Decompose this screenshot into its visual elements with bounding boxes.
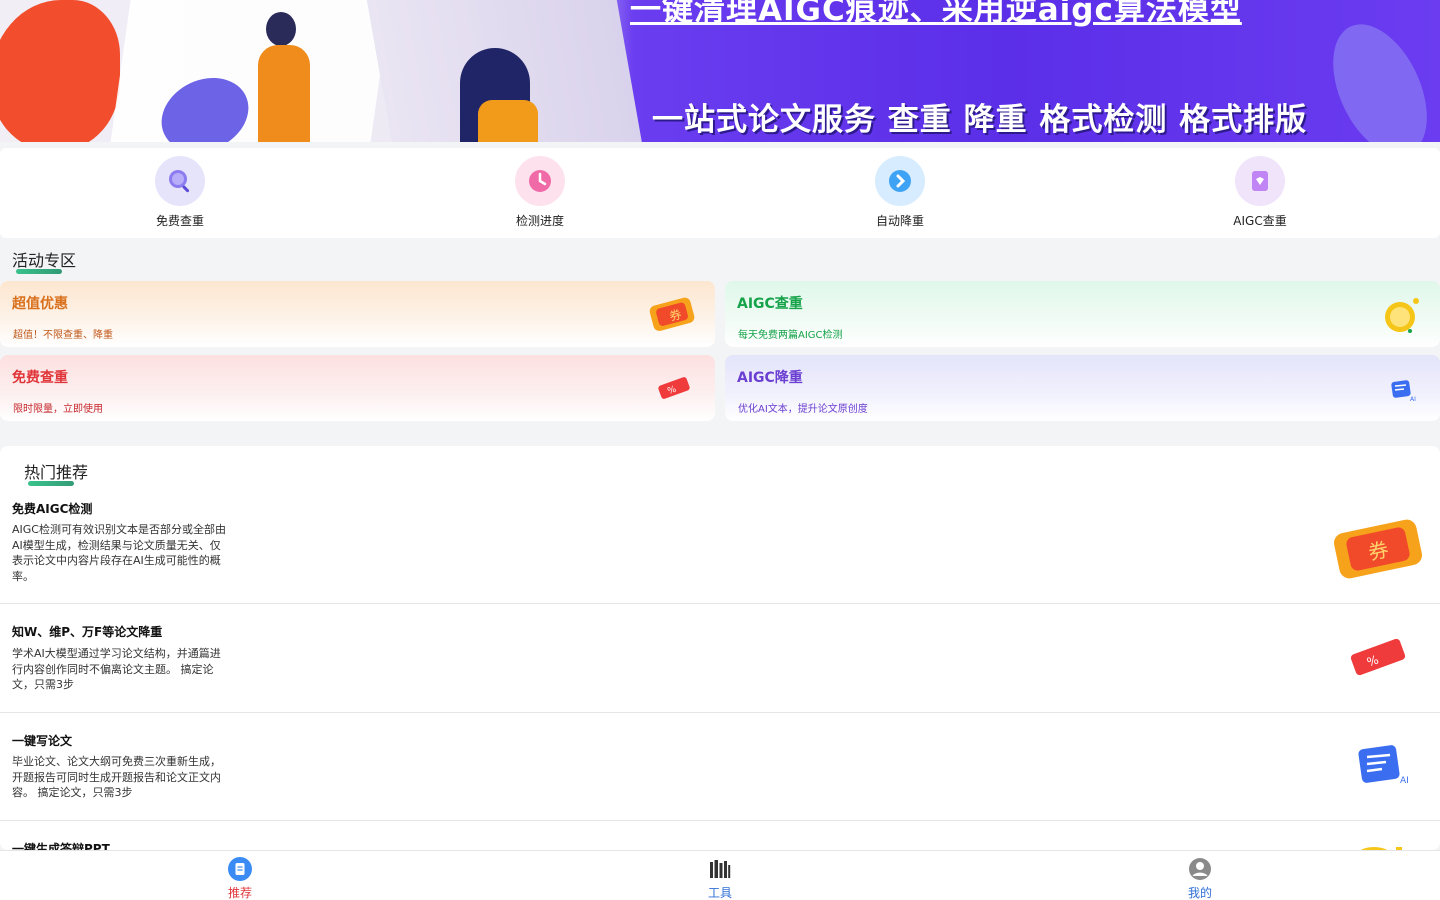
ai-doc-icon: AI	[1346, 739, 1416, 791]
document-icon	[1235, 156, 1285, 206]
recommend-item-title: 一键写论文	[12, 734, 73, 748]
activity-card-aigc-rewrite[interactable]: AIGC降重 优化AI文本，提升论文原创度 AI	[725, 355, 1440, 421]
activity-card-value[interactable]: 超值优惠 超值！不限查重、降重 券	[0, 281, 715, 347]
profile-icon	[1188, 857, 1212, 881]
quick-menu-label: AIGC查重	[1233, 214, 1287, 228]
leaf-illustration	[0, 0, 120, 142]
ticket-icon: 券	[645, 291, 701, 337]
recommend-item-desc: AIGC检测可有效识别文本是否部分或全部由AI模型生成，检测结果与论文质量无关、…	[12, 523, 226, 583]
tab-label: 推荐	[227, 886, 252, 900]
ticket-icon: 券	[1328, 516, 1428, 586]
quick-menu-free-check[interactable]: 免费查重	[0, 148, 360, 238]
tab-label: 工具	[707, 886, 732, 900]
coin-icon	[1350, 841, 1410, 850]
quick-menu-label: 免费查重	[155, 214, 204, 228]
card-desc: 每天免费两篇AIGC检测	[738, 330, 843, 341]
card-title: 超值优惠	[12, 296, 68, 312]
person-illustration	[258, 45, 310, 142]
quick-menu-label: 自动降重	[875, 214, 924, 228]
recommend-item-title: 知W、维P、万F等论文降重	[12, 625, 163, 639]
svg-text:AI: AI	[1410, 396, 1416, 403]
woman-body-illustration	[478, 100, 538, 142]
recommend-item-desc: 学术AI大模型通过学习论文结构，并通篇进行内容创作同时不偏离论文主题。 搞定论文…	[12, 647, 221, 691]
tools-icon	[708, 857, 732, 881]
activity-card-free-check[interactable]: 免费查重 限时限量，立即使用 %	[0, 355, 715, 421]
coupon-icon: %	[1340, 632, 1416, 682]
coupon-icon: %	[645, 365, 701, 411]
top-banner[interactable]: 一键清理AIGC痕迹、采用逆aigc算法模型 一站式论文服务 查重 降重 格式检…	[0, 0, 1440, 142]
recommend-item-rewrite[interactable]: 知W、维P、万F等论文降重 学术AI大模型通过学习论文结构，并通篇进行内容创作同…	[0, 604, 1440, 713]
quick-menu-label: 检测进度	[515, 214, 564, 228]
recommend-item-write-paper[interactable]: 一键写论文 毕业论文、论文大纲可免费三次重新生成，开题报告可同时生成开题报告和论…	[0, 713, 1440, 821]
card-title: AIGC降重	[737, 370, 803, 386]
card-desc: 优化AI文本，提升论文原创度	[738, 404, 868, 415]
ai-doc-icon: AI	[1370, 365, 1426, 411]
tab-recommend[interactable]: 推荐	[0, 851, 480, 900]
search-icon	[155, 156, 205, 206]
activity-card-aigc-check[interactable]: AIGC查重 每天免费两篇AIGC检测	[725, 281, 1440, 347]
recommend-item-title: 一键生成答辩PPT	[12, 842, 110, 850]
tab-label: 我的	[1187, 886, 1212, 900]
recommend-section: 热门推荐 免费AIGC检测 AIGC检测可有效识别文本是否部分或全部由AI模型生…	[0, 446, 1440, 850]
book-page-left	[106, 0, 394, 142]
bottom-tab-bar: 推荐 工具 我的	[0, 850, 1440, 900]
recommend-item-desc: 毕业论文、论文大纲可免费三次重新生成，开题报告可同时生成开题报告和论文正文内容。…	[12, 755, 221, 799]
quick-menu-auto-rewrite[interactable]: 自动降重	[720, 148, 1080, 238]
banner-headline: 一键清理AIGC痕迹、采用逆aigc算法模型	[630, 0, 1242, 28]
quick-menu-progress[interactable]: 检测进度	[360, 148, 720, 238]
card-title: 免费查重	[12, 370, 68, 386]
coin-icon	[1370, 291, 1426, 337]
svg-text:AI: AI	[1400, 776, 1409, 786]
card-desc: 超值！不限查重、降重	[13, 330, 113, 341]
recommend-section-title: 热门推荐	[24, 459, 88, 486]
tab-tools[interactable]: 工具	[480, 851, 960, 900]
recommend-icon	[228, 857, 252, 881]
recommend-item-ppt[interactable]: 一键生成答辩PPT	[0, 821, 1440, 850]
person-head-illustration	[266, 12, 296, 46]
quick-menu-aigc-check[interactable]: AIGC查重	[1080, 148, 1440, 238]
tab-profile[interactable]: 我的	[960, 851, 1440, 900]
feather-illustration	[1314, 9, 1440, 142]
quick-menu: 免费查重 检测进度 自动降重 AIGC查重	[0, 148, 1440, 238]
clock-icon	[515, 156, 565, 206]
gear-icon	[875, 156, 925, 206]
card-title: AIGC查重	[737, 296, 803, 312]
recommend-item-free-aigc[interactable]: 免费AIGC检测 AIGC检测可有效识别文本是否部分或全部由AI模型生成，检测结…	[0, 486, 1440, 604]
banner-subline: 一站式论文服务 查重 降重 格式检测 格式排版	[652, 102, 1308, 138]
card-desc: 限时限量，立即使用	[13, 404, 103, 415]
activity-section-title: 活动专区	[12, 247, 76, 274]
recommend-item-title: 免费AIGC检测	[12, 502, 93, 516]
